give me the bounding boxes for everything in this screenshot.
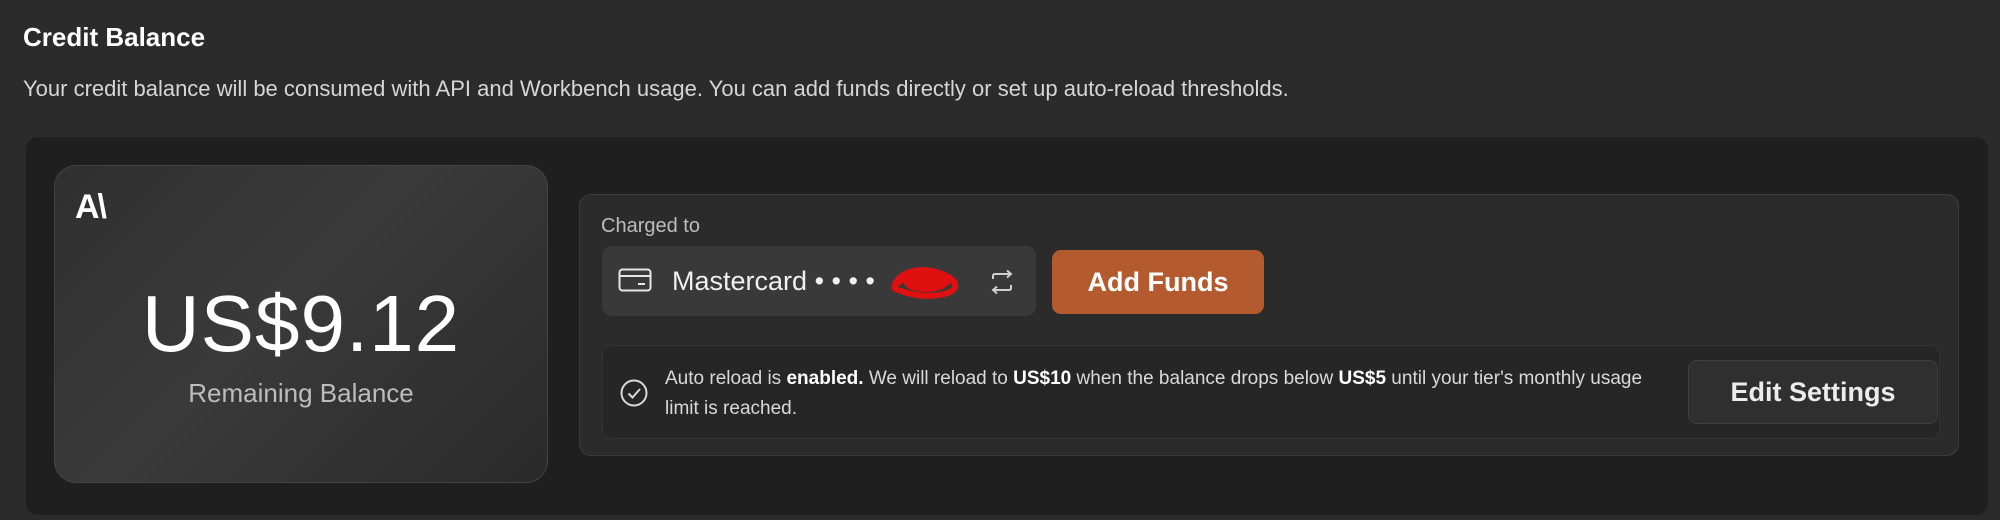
page-description: Your credit balance will be consumed wit… (23, 76, 1289, 101)
card-brand: Mastercard (672, 266, 808, 296)
credit-balance-page: Credit Balance Your credit balance will … (0, 0, 2000, 520)
edit-settings-button[interactable]: Edit Settings (1688, 360, 1938, 424)
page-title: Credit Balance (23, 22, 206, 52)
check-circle-icon (620, 379, 648, 407)
balance-label: Remaining Balance (188, 378, 414, 408)
reload-threshold: US$5 (1338, 368, 1387, 389)
credit-card-icon (618, 268, 652, 292)
auto-reload-box: Auto reload is enabled. We will reload t… (602, 345, 1940, 439)
redaction-scribble (892, 267, 959, 299)
auto-reload-description: Auto reload is enabled. We will reload t… (665, 368, 1643, 419)
reload-amount: US$10 (1013, 368, 1072, 389)
payment-details: Charged to Mastercard • • • • Add Funds (579, 194, 1959, 456)
balance-card: A\ US$9.12 Remaining Balance (54, 165, 548, 483)
payment-method-selector[interactable]: Mastercard • • • • (602, 246, 1036, 316)
card-label: Mastercard • • • • (672, 266, 875, 297)
card-mask: • • • • (814, 266, 875, 296)
swap-icon[interactable] (987, 267, 1017, 297)
add-funds-button[interactable]: Add Funds (1052, 250, 1264, 314)
charged-to-label: Charged to (601, 215, 700, 237)
auto-reload-status: enabled. (786, 368, 864, 389)
balance-amount: US$9.12 (141, 279, 461, 368)
anthropic-logo: A\ (75, 188, 107, 226)
